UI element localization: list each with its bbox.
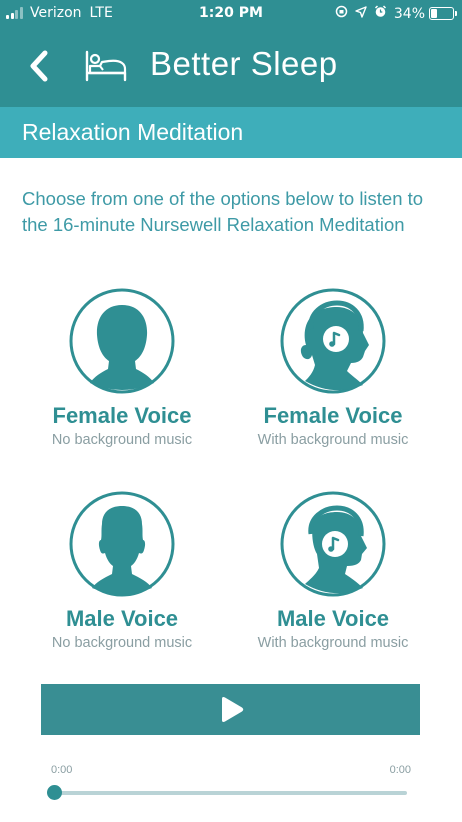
- orientation-lock-icon: [335, 5, 348, 22]
- option-male-no-music[interactable]: Male Voice No background music: [22, 490, 222, 651]
- section-title: Relaxation Meditation: [22, 119, 244, 145]
- option-title: Male Voice: [276, 606, 390, 631]
- progress-thumb[interactable]: [47, 785, 62, 800]
- alarm-icon: [374, 5, 387, 22]
- location-icon: [355, 5, 367, 22]
- back-button[interactable]: [25, 46, 57, 86]
- bed-icon: [84, 46, 128, 84]
- male-silhouette-icon: [68, 490, 176, 598]
- section-header: Relaxation Meditation: [0, 107, 462, 158]
- male-headphones-icon: [279, 490, 387, 598]
- progress-track[interactable]: [55, 791, 407, 795]
- option-title: Female Voice: [263, 403, 403, 428]
- option-female-no-music[interactable]: Female Voice No background music: [22, 287, 222, 448]
- female-headphones-icon: [279, 287, 387, 395]
- option-subtitle: No background music: [51, 432, 193, 448]
- battery-icon: [429, 7, 457, 20]
- option-title: Female Voice: [52, 403, 192, 428]
- option-subtitle: With background music: [257, 432, 409, 448]
- option-female-with-music[interactable]: Female Voice With background music: [233, 287, 433, 448]
- play-button[interactable]: [41, 684, 420, 735]
- intro-text: Choose from one of the options below to …: [22, 188, 424, 235]
- page-title: Better Sleep: [150, 45, 338, 82]
- option-subtitle: No background music: [51, 635, 193, 651]
- option-subtitle: With background music: [257, 635, 409, 651]
- status-bar: Verizon LTE 1:20 PM 34%: [0, 0, 462, 26]
- chevron-left-icon: [30, 50, 48, 82]
- duration-time: 0:00: [389, 764, 411, 776]
- battery-percent: 34%: [393, 5, 425, 22]
- female-silhouette-icon: [68, 287, 176, 395]
- app-header: Verizon LTE 1:20 PM 34% Better Sleep: [0, 0, 462, 107]
- play-icon: [222, 697, 244, 722]
- status-icons: 34%: [335, 5, 457, 22]
- option-title: Male Voice: [65, 606, 179, 631]
- current-time: 0:00: [51, 764, 73, 776]
- option-male-with-music[interactable]: Male Voice With background music: [233, 490, 433, 651]
